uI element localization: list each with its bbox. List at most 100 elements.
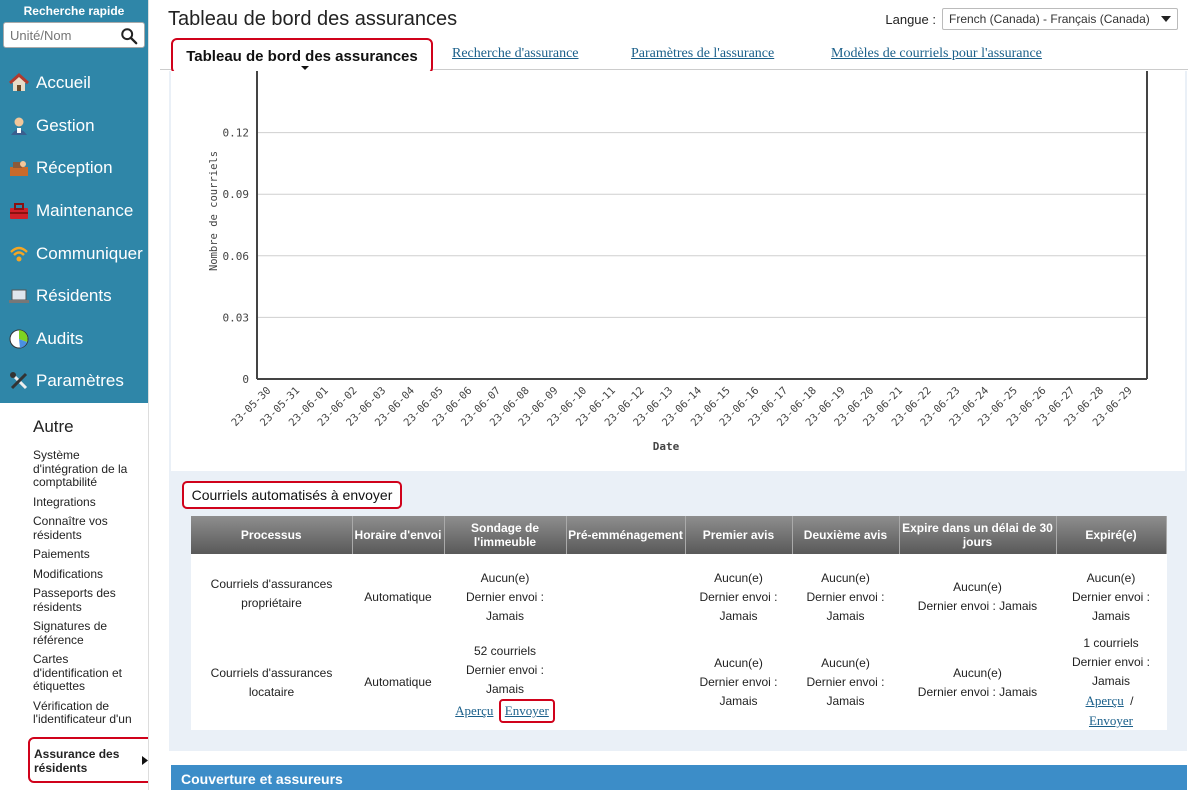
tab-settings[interactable]: Paramètres de l'assurance xyxy=(631,46,774,62)
link-separator: / xyxy=(1130,694,1134,708)
cell-process: Courriels d'assurances propriétaire xyxy=(210,577,333,610)
quick-search-title: Recherche rapide xyxy=(23,4,125,18)
tab-email-templates[interactable]: Modèles de courriels pour l'assurance xyxy=(831,46,1042,62)
nav-item-label: Maintenance xyxy=(36,201,134,221)
cell-expire-30: Aucun(e) Dernier envoi : Jamais xyxy=(917,665,1038,699)
nav-item-reception[interactable]: Réception xyxy=(0,147,148,190)
other-item-payments[interactable]: Paiements xyxy=(33,547,141,562)
survey-count-text: 52 courriels Dernier envoi : Jamais xyxy=(465,644,545,696)
y-tick-label: 0.06 xyxy=(223,250,250,263)
quick-search-box[interactable] xyxy=(3,22,145,48)
cell-first-notice: Aucun(e) Dernier envoi : Jamais xyxy=(699,570,778,623)
expired-send-link[interactable]: Envoyer xyxy=(1089,713,1133,728)
col-header: Premier avis xyxy=(685,516,793,554)
tools-icon xyxy=(8,370,30,392)
other-item-passports[interactable]: Passeports des résidents xyxy=(33,586,141,614)
sidebar-item-insurance-highlight[interactable]: Assurance des résidents xyxy=(28,737,158,783)
page-title: Tableau de bord des assurances xyxy=(168,8,458,30)
user-icon xyxy=(8,115,30,137)
emails-chart: 00.030.060.090.1223-05-3023-05-3123-06-0… xyxy=(208,71,1148,453)
expired-actions: Aperçu / xyxy=(1056,691,1166,711)
language-value: French (Canada) - Français (Canada) xyxy=(949,12,1150,26)
nav-item-accueil[interactable]: Accueil xyxy=(0,62,148,105)
nav-item-label: Audits xyxy=(36,328,84,348)
nav-item-audits[interactable]: Audits xyxy=(0,318,148,361)
other-item-integrations[interactable]: Integrations xyxy=(33,495,141,510)
cell-schedule: Automatique xyxy=(364,589,432,604)
wifi-icon xyxy=(8,243,30,265)
nav-item-gestion[interactable]: Gestion xyxy=(0,105,148,148)
tab-bar: Tableau de bord des assurances Recherche… xyxy=(160,38,1188,74)
x-axis-label: Date xyxy=(653,440,680,453)
cell-second-notice: Aucun(e) Dernier envoi : Jamais xyxy=(806,656,885,708)
emails-table-card: Processus Horaire d'envoi Sondage de l'i… xyxy=(191,516,1167,730)
cell-pre-move xyxy=(566,634,685,731)
nav-item-communiquer[interactable]: Communiquer xyxy=(0,232,148,275)
col-header: Processus xyxy=(191,516,353,554)
col-header: Pré-emménagement xyxy=(566,516,686,554)
tab-label: Tableau de bord des assurances xyxy=(186,47,418,65)
send-link[interactable]: Envoyer xyxy=(505,703,549,718)
send-link-highlight: Envoyer xyxy=(498,699,555,723)
coverage-section-header[interactable]: Couverture et assureurs xyxy=(171,765,1187,790)
chevron-down-icon xyxy=(1161,16,1171,22)
other-item-modifications[interactable]: Modifications xyxy=(33,567,141,582)
nav-item-label: Accueil xyxy=(36,73,91,93)
cell-survey: Aucun(e) Dernier envoi : Jamais xyxy=(465,570,545,623)
y-tick-label: 0.12 xyxy=(223,127,250,140)
cell-pre-move xyxy=(566,554,685,634)
section-title: Courriels automatisés à envoyer xyxy=(182,481,402,509)
col-header: Sondage de l'immeuble xyxy=(444,516,567,554)
cell-expire-30: Aucun(e) Dernier envoi : Jamais xyxy=(917,580,1038,613)
expired-count-text: 1 courriels Dernier envoi : Jamais xyxy=(1071,636,1151,688)
cell-schedule: Automatique xyxy=(364,675,432,689)
other-item-id-verification[interactable]: Vérification de l'identificateur d'un ré… xyxy=(33,700,141,726)
nav-item-label: Gestion xyxy=(36,115,95,135)
expired-preview-link[interactable]: Aperçu xyxy=(1086,693,1124,708)
chart-card: 0 0.03 0.06 0.09 0.12 23-05-30 23-05-31 23-06-0… xyxy=(171,71,1185,471)
nav-item-residents[interactable]: Résidents xyxy=(0,275,148,318)
nav-item-maintenance[interactable]: Maintenance xyxy=(0,190,148,233)
other-item-accounting[interactable]: Système d'intégration de la comptabilité xyxy=(33,448,141,490)
preview-link[interactable]: Aperçu xyxy=(455,703,493,718)
active-tab-pointer xyxy=(301,66,309,70)
other-item-know-residents[interactable]: Connaître vos résidents xyxy=(33,514,141,542)
y-tick-label: 0 xyxy=(242,373,249,386)
col-header: Expire dans un délai de 30 jours xyxy=(899,516,1057,554)
nav-item-label: Résidents xyxy=(36,286,112,306)
other-section: Autre Système d'intégration de la compta… xyxy=(0,403,148,726)
cell-process: Courriels d'assurances locataire xyxy=(210,665,333,699)
main-nav: Accueil Gestion Réception Maintenance Co… xyxy=(0,62,148,403)
sidebar-item-insurance[interactable]: Assurance des résidents xyxy=(34,747,130,775)
nav-item-label: Paramètres xyxy=(36,371,124,391)
language-selector: Langue : French (Canada) - Français (Can… xyxy=(885,8,1178,30)
table-row: Courriels d'assurances propriétaire Auto… xyxy=(191,554,1166,634)
table-row: Courriels d'assurances locataire Automat… xyxy=(191,634,1166,731)
nav-item-parametres[interactable]: Paramètres xyxy=(0,360,148,403)
search-icon[interactable] xyxy=(120,27,138,45)
language-select[interactable]: French (Canada) - Français (Canada) xyxy=(942,8,1178,30)
other-item-id-cards[interactable]: Cartes d'identification et étiquettes xyxy=(33,652,141,694)
pie-chart-icon xyxy=(8,328,30,350)
cell-expired: Aucun(e) Dernier envoi : Jamais xyxy=(1071,570,1151,623)
other-title: Autre xyxy=(33,417,74,436)
col-header: Expiré(e) xyxy=(1056,516,1167,554)
laptop-icon xyxy=(8,285,30,307)
y-axis-label: Nombre de courriels xyxy=(208,151,220,271)
survey-actions: Aperçu Envoyer xyxy=(444,699,566,723)
y-tick-label: 0.03 xyxy=(223,311,250,324)
home-icon xyxy=(8,72,30,94)
other-item-signatures[interactable]: Signatures de référence xyxy=(33,619,141,647)
table-header-row: Processus Horaire d'envoi Sondage de l'i… xyxy=(191,516,1167,554)
sidebar-primary: Recherche rapide Accueil Gestion xyxy=(0,0,148,403)
language-label: Langue : xyxy=(885,11,936,27)
cell-second-notice: Aucun(e) Dernier envoi : Jamais xyxy=(806,570,885,623)
y-tick-label: 0.09 xyxy=(223,188,250,201)
tab-search[interactable]: Recherche d'assurance xyxy=(452,46,579,62)
col-header: Horaire d'envoi xyxy=(352,516,445,554)
col-header: Deuxième avis xyxy=(792,516,900,554)
cell-survey: 52 courriels Dernier envoi : Jamais Aper… xyxy=(444,634,566,731)
toolbox-icon xyxy=(8,200,30,222)
tab-dashboard[interactable]: Tableau de bord des assurances xyxy=(171,38,433,74)
app: Recherche rapide Accueil Gestion xyxy=(0,0,1188,790)
